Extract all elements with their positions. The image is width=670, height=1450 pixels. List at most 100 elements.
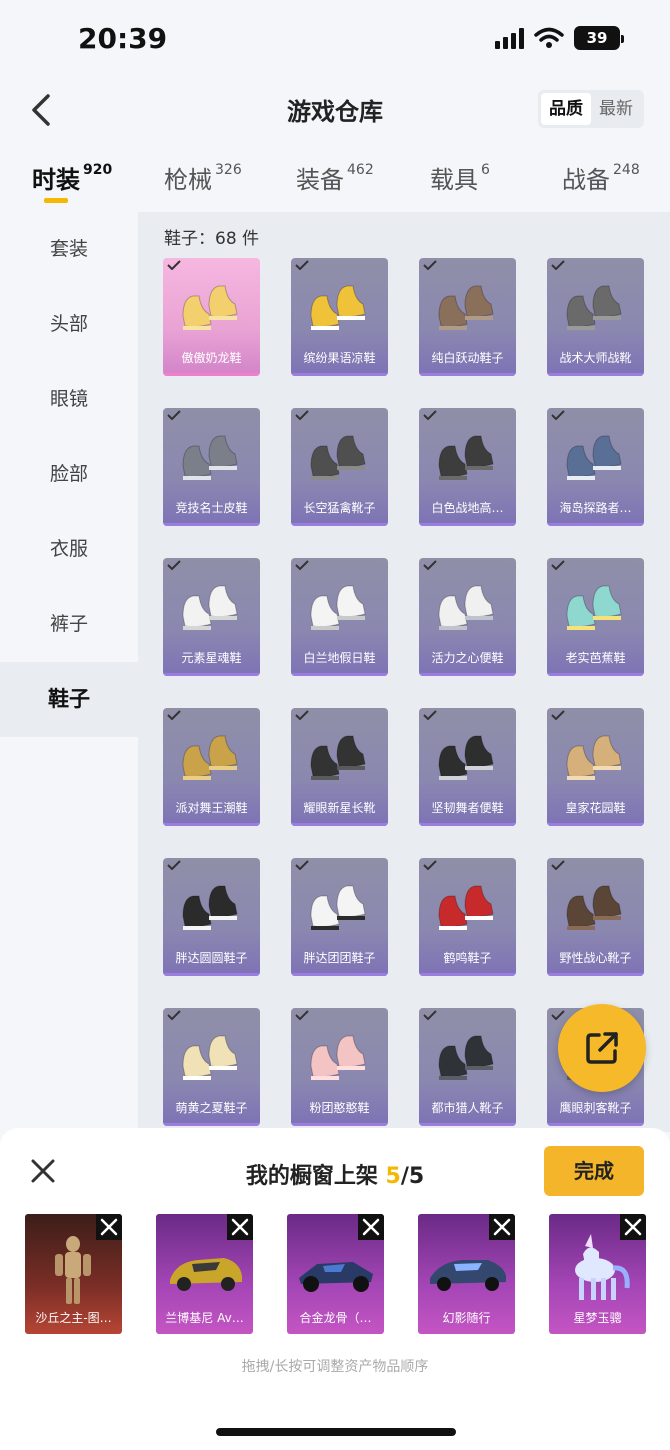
showcase-item[interactable]: 兰博基尼 Av… xyxy=(156,1214,253,1334)
shoe-icon xyxy=(310,1035,366,1080)
item-card[interactable]: 野性战心靴子 xyxy=(547,858,644,976)
rarity-bar xyxy=(291,1123,388,1126)
item-card[interactable]: 坚韧舞者便鞋 xyxy=(419,708,516,826)
item-name: 老实芭蕉鞋 xyxy=(565,651,626,665)
shoe-icon xyxy=(438,285,494,330)
showcase-item[interactable]: 星梦玉骢 xyxy=(549,1214,646,1334)
battery-icon: 39 xyxy=(574,26,624,50)
share-button[interactable] xyxy=(558,1004,646,1092)
done-button[interactable]: 完成 xyxy=(544,1146,644,1196)
item-card[interactable]: 白色战地高… xyxy=(419,408,516,526)
showcase-item[interactable]: 合金龙骨（… xyxy=(287,1214,384,1334)
rarity-bar xyxy=(291,673,388,676)
check-icon xyxy=(423,260,437,270)
shoe-icon xyxy=(310,735,366,780)
tab-label: 载具 xyxy=(430,166,478,194)
showcase-item-name: 沙丘之主-图… xyxy=(35,1311,112,1325)
tab-fashion[interactable]: 时装 920 xyxy=(32,160,112,195)
shoe-icon xyxy=(182,1035,238,1080)
rarity-bar xyxy=(547,523,644,526)
remove-item-button[interactable] xyxy=(358,1214,384,1240)
item-card[interactable]: 元素星魂鞋 xyxy=(163,558,260,676)
sidebar-item-glasses[interactable]: 眼镜 xyxy=(0,362,138,437)
sidebar-item-face[interactable]: 脸部 xyxy=(0,437,138,512)
showcase-title-text: 我的橱窗上架 xyxy=(245,1164,386,1189)
item-name: 海岛探路者… xyxy=(559,501,632,515)
rarity-bar xyxy=(419,823,516,826)
showcase-total-count: /5 xyxy=(400,1164,425,1189)
item-card[interactable]: 耀眼新星长靴 xyxy=(291,708,388,826)
item-name: 活力之心便鞋 xyxy=(431,651,504,665)
item-card[interactable]: 萌黄之夏鞋子 xyxy=(163,1008,260,1126)
item-card[interactable]: 长空猛禽靴子 xyxy=(291,408,388,526)
item-name: 白色战地高… xyxy=(431,501,504,515)
rarity-bar xyxy=(547,1123,644,1126)
sort-quality-button[interactable]: 品质 xyxy=(541,93,591,125)
showcase-item[interactable]: 沙丘之主-图… xyxy=(25,1214,122,1334)
item-card[interactable]: 派对舞王潮鞋 xyxy=(163,708,260,826)
check-icon xyxy=(551,710,565,720)
item-name: 鹰眼刺客靴子 xyxy=(559,1101,632,1115)
item-name: 萌黄之夏鞋子 xyxy=(175,1101,248,1115)
rarity-bar xyxy=(163,673,260,676)
status-bar: 20:39 39 xyxy=(0,0,670,80)
item-card[interactable]: 竞技名士皮鞋 xyxy=(163,408,260,526)
item-card[interactable]: 傲傲奶龙鞋 xyxy=(163,258,260,376)
header: 游戏仓库 品质 最新 xyxy=(0,80,670,140)
rarity-bar xyxy=(419,673,516,676)
tab-equipment[interactable]: 装备 462 xyxy=(296,160,374,195)
wifi-icon xyxy=(534,27,564,48)
showcase-item-name: 幻影随行 xyxy=(442,1311,491,1325)
item-card[interactable]: 老实芭蕉鞋 xyxy=(547,558,644,676)
tab-vehicles[interactable]: 载具 6 xyxy=(430,160,490,195)
tab-count: 462 xyxy=(347,162,374,178)
sidebar-item-shoes[interactable]: 鞋子 xyxy=(0,662,138,737)
item-card[interactable]: 缤纷果语凉鞋 xyxy=(291,258,388,376)
active-tab-indicator xyxy=(44,198,68,203)
item-card[interactable]: 纯白跃动鞋子 xyxy=(419,258,516,376)
item-card[interactable]: 都市猎人靴子 xyxy=(419,1008,516,1126)
item-card[interactable]: 白兰地假日鞋 xyxy=(291,558,388,676)
item-card[interactable]: 胖达团团鞋子 xyxy=(291,858,388,976)
showcase-item-name: 兰博基尼 Av… xyxy=(165,1311,244,1325)
item-name: 胖达圆圆鞋子 xyxy=(175,951,248,965)
item-card[interactable]: 皇家花园鞋 xyxy=(547,708,644,826)
tab-label: 装备 xyxy=(296,166,344,194)
sidebar-item-head[interactable]: 头部 xyxy=(0,287,138,362)
item-name: 长空猛禽靴子 xyxy=(303,501,376,515)
check-icon xyxy=(295,860,309,870)
showcase-item[interactable]: 幻影随行 xyxy=(418,1214,515,1334)
tab-label: 战备 xyxy=(562,166,610,194)
showcase-item-name: 星梦玉骢 xyxy=(573,1311,622,1325)
check-icon xyxy=(423,860,437,870)
close-icon xyxy=(231,1218,249,1236)
remove-item-button[interactable] xyxy=(227,1214,253,1240)
sidebar-item-pants[interactable]: 裤子 xyxy=(0,587,138,662)
shoe-icon xyxy=(182,885,238,930)
shoe-icon xyxy=(438,885,494,930)
remove-item-button[interactable] xyxy=(620,1214,646,1240)
status-time: 20:39 xyxy=(78,22,168,55)
remove-item-button[interactable] xyxy=(96,1214,122,1240)
item-name: 耀眼新星长靴 xyxy=(303,801,376,815)
sort-latest-button[interactable]: 最新 xyxy=(591,93,641,125)
item-card[interactable]: 粉团憨憨鞋 xyxy=(291,1008,388,1126)
sidebar-item-outfit[interactable]: 套装 xyxy=(0,212,138,287)
showcase-current-count: 5 xyxy=(385,1164,401,1189)
tab-count: 326 xyxy=(215,162,242,178)
tab-gear[interactable]: 战备 248 xyxy=(562,160,640,195)
tab-guns[interactable]: 枪械 326 xyxy=(164,160,242,195)
showcase-item-name: 合金龙骨（… xyxy=(299,1311,372,1325)
rarity-bar xyxy=(163,373,260,376)
sidebar-item-clothes[interactable]: 衣服 xyxy=(0,512,138,587)
item-name: 坚韧舞者便鞋 xyxy=(431,801,504,815)
remove-item-button[interactable] xyxy=(489,1214,515,1240)
item-card[interactable]: 海岛探路者… xyxy=(547,408,644,526)
item-card[interactable]: 胖达圆圆鞋子 xyxy=(163,858,260,976)
shoe-icon xyxy=(182,435,238,480)
item-card[interactable]: 活力之心便鞋 xyxy=(419,558,516,676)
item-card[interactable]: 战术大师战靴 xyxy=(547,258,644,376)
item-card[interactable]: 鹤鸣鞋子 xyxy=(419,858,516,976)
rarity-bar xyxy=(163,823,260,826)
shoe-icon xyxy=(310,285,366,330)
